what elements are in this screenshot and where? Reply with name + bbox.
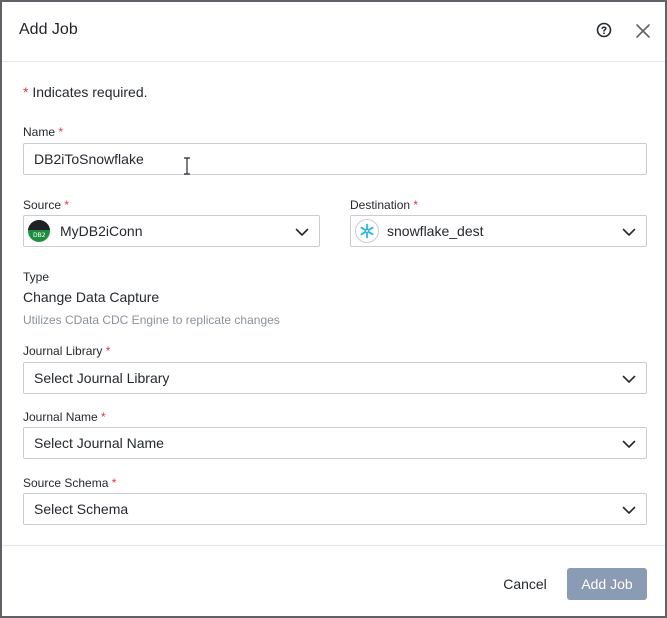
journal-library-label-text: Journal Library	[23, 344, 103, 358]
chevron-down-icon	[295, 228, 309, 236]
add-job-dialog: Add Job * Indicates required. Name * DB2…	[2, 2, 665, 616]
destination-label-text: Destination	[350, 198, 411, 212]
chevron-down-icon	[622, 440, 636, 448]
journal-library-label: Journal Library *	[23, 344, 110, 358]
required-asterisk: *	[64, 198, 70, 212]
journal-library-placeholder: Select Journal Library	[34, 370, 170, 386]
cancel-button[interactable]: Cancel	[492, 568, 558, 600]
dialog-title: Add Job	[19, 21, 78, 38]
source-label: Source *	[23, 198, 69, 212]
snowflake-icon	[355, 219, 379, 243]
type-value: Change Data Capture	[23, 289, 160, 305]
required-note: * Indicates required.	[23, 84, 148, 100]
chevron-down-icon	[622, 228, 636, 236]
journal-name-label: Journal Name *	[23, 410, 106, 424]
name-label-text: Name	[23, 125, 56, 139]
source-select[interactable]: DB2 MyDB2iConn	[23, 215, 320, 247]
source-schema-select[interactable]: Select Schema	[23, 493, 647, 525]
source-schema-placeholder: Select Schema	[34, 501, 129, 517]
journal-name-label-text: Journal Name	[23, 410, 98, 424]
journal-library-select[interactable]: Select Journal Library	[23, 362, 647, 394]
dialog-header: Add Job	[2, 2, 665, 62]
chevron-down-icon	[622, 506, 636, 514]
required-asterisk: *	[23, 84, 29, 100]
type-description: Utilizes CData CDC Engine to replicate c…	[23, 313, 280, 327]
source-schema-label-text: Source Schema	[23, 476, 109, 490]
text-cursor-icon	[184, 157, 190, 175]
source-select-value: MyDB2iConn	[60, 223, 143, 239]
name-label: Name *	[23, 125, 63, 139]
db2-logo-text: DB2	[33, 232, 46, 239]
destination-select[interactable]: snowflake_dest	[350, 215, 647, 247]
source-label-text: Source	[23, 198, 62, 212]
journal-name-placeholder: Select Journal Name	[34, 435, 164, 451]
destination-label: Destination *	[350, 198, 418, 212]
help-icon[interactable]	[595, 21, 613, 39]
name-input[interactable]: DB2iToSnowflake	[23, 143, 647, 175]
required-asterisk: *	[105, 344, 111, 358]
type-label: Type	[23, 270, 50, 284]
required-asterisk: *	[413, 198, 419, 212]
dialog-footer: Cancel Add Job	[2, 545, 665, 616]
chevron-down-icon	[622, 375, 636, 383]
journal-name-select[interactable]: Select Journal Name	[23, 427, 647, 459]
source-schema-label: Source Schema *	[23, 476, 116, 490]
close-icon[interactable]	[634, 22, 652, 40]
db2-logo-icon: DB2	[28, 220, 50, 242]
required-asterisk: *	[101, 410, 106, 424]
destination-select-value: snowflake_dest	[387, 223, 484, 239]
add-job-button[interactable]: Add Job	[567, 568, 647, 600]
required-asterisk: *	[58, 125, 64, 139]
required-note-text: Indicates required.	[32, 84, 148, 100]
name-input-value: DB2iToSnowflake	[34, 151, 144, 167]
required-asterisk: *	[111, 476, 117, 490]
